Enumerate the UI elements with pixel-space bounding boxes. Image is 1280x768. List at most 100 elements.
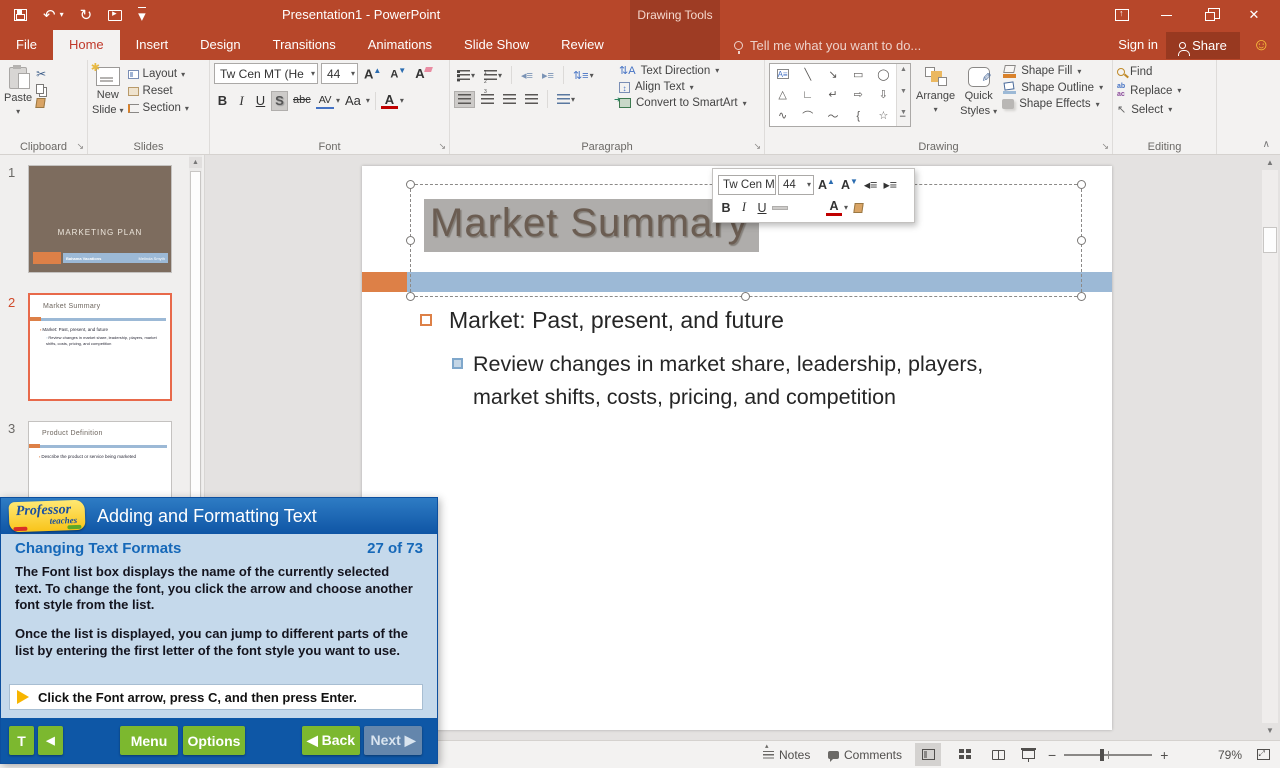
- columns-button[interactable]: ▾: [554, 92, 578, 107]
- align-left-button[interactable]: [454, 91, 475, 108]
- mini-font-size-combo[interactable]: 44▾: [778, 175, 814, 195]
- paragraph-dialog-launcher[interactable]: ↘: [753, 141, 761, 152]
- star-shape-icon[interactable]: ☆: [871, 105, 896, 126]
- mini-font-color-dropdown-icon[interactable]: ▾: [844, 203, 848, 212]
- mini-font-color-button[interactable]: A: [826, 199, 842, 217]
- zoom-slider-thumb[interactable]: [1100, 749, 1104, 761]
- scribble-shape-icon[interactable]: ∿: [770, 105, 795, 126]
- clear-formatting-button[interactable]: A: [412, 65, 427, 83]
- elbow-connector-icon[interactable]: ∟: [795, 85, 820, 106]
- mini-align-right-button[interactable]: [808, 207, 824, 209]
- justify-button[interactable]: [522, 92, 541, 107]
- slide-bullet-2[interactable]: Review changes in market share, leadersh…: [452, 348, 1053, 414]
- shapes-gallery[interactable]: A≡ ╲ ↘ ▭ ◯ △ ∟ ↵ ⇨ ⇩ ∿ ⌒ 〜 { ☆ ▲: [769, 63, 911, 127]
- oval-shape-icon[interactable]: ◯: [871, 64, 896, 85]
- down-arrow-shape-icon[interactable]: ⇩: [871, 85, 896, 106]
- resize-handle-bottom-right[interactable]: [1077, 292, 1086, 301]
- font-color-button[interactable]: A: [381, 92, 398, 109]
- minimize-button[interactable]: [1144, 0, 1188, 30]
- quick-styles-button[interactable]: Quick Styles ▾: [960, 63, 997, 138]
- customize-qat-icon[interactable]: ▾: [138, 7, 146, 24]
- increase-indent-button[interactable]: ▸≡: [539, 67, 557, 84]
- back-button[interactable]: ◀ Back: [302, 726, 360, 755]
- next-button[interactable]: Next ▶: [364, 726, 422, 755]
- zoom-level[interactable]: 79%: [1218, 741, 1242, 768]
- tab-slideshow[interactable]: Slide Show: [448, 30, 545, 60]
- arc-shape-icon[interactable]: ⌒: [795, 105, 820, 126]
- tab-review[interactable]: Review: [545, 30, 620, 60]
- find-button[interactable]: Find: [1117, 66, 1212, 78]
- line-shape-icon[interactable]: ╲: [795, 64, 820, 85]
- text-direction-button[interactable]: ⇅AText Direction▾: [619, 64, 747, 77]
- slide-canvas[interactable]: ⟳ Market Summary Market: Past, present, …: [362, 166, 1112, 730]
- collapse-ribbon-icon[interactable]: ∧: [1263, 139, 1270, 150]
- thumbnail-scroll-up-icon[interactable]: ▲: [189, 157, 202, 168]
- mini-decrease-font-button[interactable]: A▼: [839, 176, 860, 193]
- scroll-up-icon[interactable]: ▲: [1262, 155, 1278, 170]
- feedback-smiley-icon[interactable]: ☺: [1253, 30, 1270, 60]
- thumbnail-scroll-thumb[interactable]: [190, 171, 201, 501]
- decrease-indent-button[interactable]: ◂≡: [518, 67, 536, 84]
- align-text-button[interactable]: ↕Align Text▾: [619, 81, 747, 93]
- mini-increase-font-button[interactable]: A▲: [816, 176, 837, 193]
- tab-design[interactable]: Design: [184, 30, 256, 60]
- main-vertical-scrollbar[interactable]: ▲ ▼: [1262, 155, 1278, 738]
- thumbnail-slide-1[interactable]: MARKETING PLAN Bahama Vacations Melinda …: [28, 165, 172, 273]
- clipboard-dialog-launcher[interactable]: ↘: [76, 141, 84, 152]
- slide-bullet-1[interactable]: Market: Past, present, and future: [420, 307, 784, 334]
- paste-dropdown-icon[interactable]: ▾: [16, 107, 20, 116]
- resize-handle-bottom-center[interactable]: [741, 292, 750, 301]
- text-shadow-button[interactable]: S: [271, 91, 288, 111]
- new-slide-button[interactable]: New Slide ▾: [92, 63, 124, 138]
- resize-handle-mid-left[interactable]: [406, 236, 415, 245]
- resize-handle-top-right[interactable]: [1077, 180, 1086, 189]
- arrow-shape-icon[interactable]: ↘: [820, 64, 845, 85]
- mini-increase-indent-button[interactable]: ▸≡: [881, 176, 899, 193]
- change-case-dropdown-icon[interactable]: ▾: [366, 96, 370, 105]
- zoom-out-icon[interactable]: −: [1048, 747, 1056, 763]
- increase-font-size-button[interactable]: A▲: [361, 65, 384, 83]
- shape-fill-button[interactable]: Shape Fill▾: [1002, 65, 1103, 78]
- share-button[interactable]: Share: [1166, 32, 1240, 59]
- curve-shape-icon[interactable]: 〜: [820, 105, 845, 126]
- convert-to-smartart-button[interactable]: Convert to SmartArt▾: [619, 97, 747, 109]
- decrease-font-size-button[interactable]: A▼: [387, 65, 409, 83]
- slide-show-button[interactable]: [1015, 743, 1041, 766]
- mini-align-left-button[interactable]: [772, 206, 788, 210]
- font-color-dropdown-icon[interactable]: ▾: [400, 96, 404, 105]
- reset-button[interactable]: Reset: [128, 85, 189, 97]
- text-toggle-button[interactable]: T: [9, 726, 34, 755]
- copy-icon[interactable]: [36, 84, 44, 94]
- change-case-button[interactable]: Aa: [342, 92, 364, 110]
- undo-icon[interactable]: ↶: [43, 8, 56, 23]
- resize-handle-bottom-left[interactable]: [406, 292, 415, 301]
- scroll-thumb[interactable]: [1263, 227, 1277, 253]
- start-from-beginning-icon[interactable]: [108, 10, 122, 21]
- bold-button[interactable]: B: [214, 92, 231, 110]
- menu-button[interactable]: Menu: [120, 726, 178, 755]
- zoom-slider[interactable]: [1064, 754, 1152, 756]
- elbow-arrow-connector-icon[interactable]: ↵: [820, 85, 845, 106]
- tab-animations[interactable]: Animations: [352, 30, 448, 60]
- section-button[interactable]: Section▾: [128, 102, 189, 114]
- redo-icon[interactable]: ↻: [80, 8, 93, 23]
- font-size-combo[interactable]: 44▾: [321, 63, 358, 84]
- scroll-down-icon[interactable]: ▼: [1262, 723, 1278, 738]
- mini-underline-button[interactable]: U: [754, 200, 770, 216]
- character-spacing-dropdown-icon[interactable]: ▾: [336, 96, 340, 105]
- shape-effects-button[interactable]: Shape Effects▾: [1002, 98, 1103, 110]
- mini-font-name-combo[interactable]: Tw Cen M▾: [718, 175, 776, 195]
- restore-button[interactable]: [1188, 0, 1232, 30]
- tab-insert[interactable]: Insert: [120, 30, 185, 60]
- cut-icon[interactable]: ✂: [36, 68, 46, 80]
- tab-transitions[interactable]: Transitions: [257, 30, 352, 60]
- audio-button[interactable]: ◀: [38, 726, 63, 755]
- character-spacing-button[interactable]: AV: [316, 93, 334, 110]
- comments-button[interactable]: Comments: [828, 741, 902, 768]
- slide-sorter-view-button[interactable]: [952, 743, 978, 766]
- normal-view-button[interactable]: [915, 743, 941, 766]
- replace-button[interactable]: abacReplace▾: [1117, 83, 1212, 98]
- rectangle-shape-icon[interactable]: ▭: [846, 64, 871, 85]
- right-arrow-shape-icon[interactable]: ⇨: [846, 85, 871, 106]
- numbering-button[interactable]: ▾: [481, 68, 505, 83]
